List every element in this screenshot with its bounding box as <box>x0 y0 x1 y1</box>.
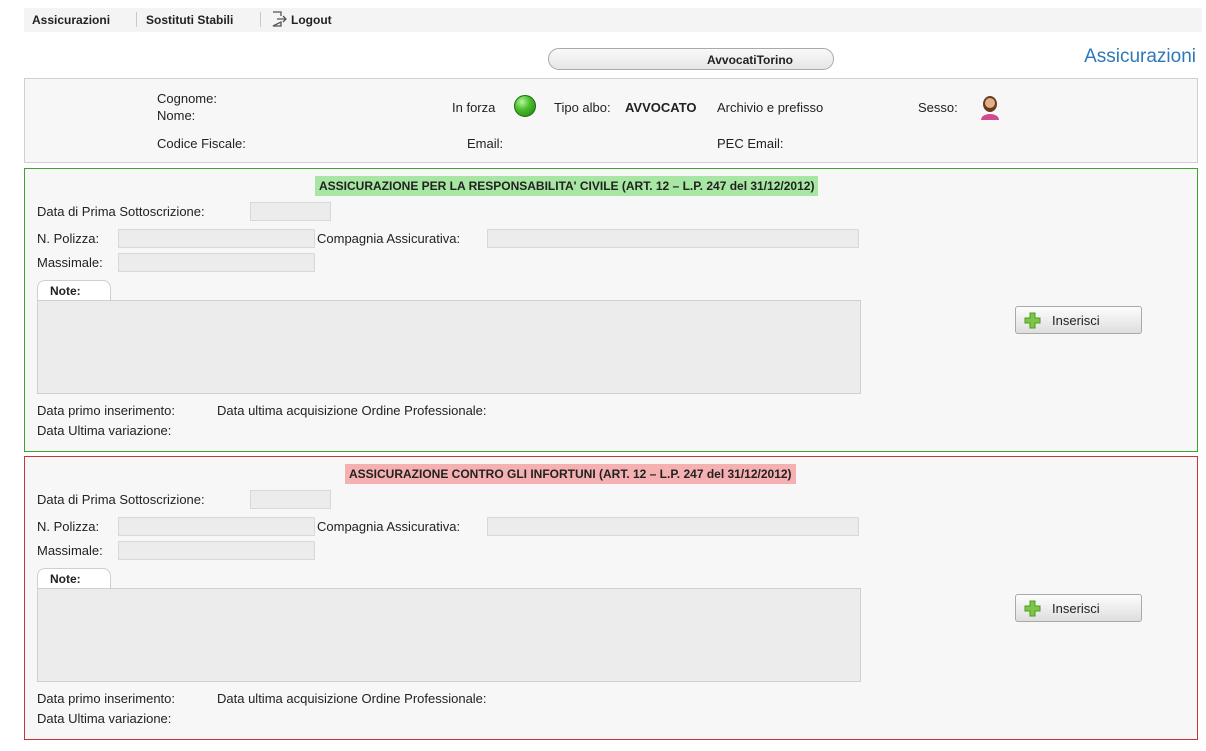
first-subscription-label: Data di Prima Sottoscrizione: <box>37 492 205 507</box>
top-menu-bar: Assicurazioni Sostituti Stabili Logout <box>24 8 1202 32</box>
insert-button[interactable]: Inserisci <box>1015 306 1142 334</box>
ceiling-field[interactable] <box>118 253 315 272</box>
office-name: AvvocatiTorino <box>707 53 794 67</box>
insert-button-label: Inserisci <box>1052 601 1100 616</box>
first-insert-label: Data primo inserimento: <box>37 403 175 418</box>
insurance-company-label: Compagnia Assicurativa: <box>317 519 461 534</box>
status-dot-icon <box>514 95 536 117</box>
first-subscription-field[interactable] <box>250 202 331 221</box>
plus-icon <box>1024 600 1041 617</box>
menu-sostituti-stabili[interactable]: Sostituti Stabili <box>146 13 233 27</box>
insurance-company-field[interactable] <box>487 229 859 248</box>
ceiling-field[interactable] <box>118 541 315 560</box>
policy-number-label: N. Polizza: <box>37 231 100 246</box>
policy-number-field[interactable] <box>118 517 315 536</box>
first-subscription-field[interactable] <box>250 490 331 509</box>
last-acquisition-label: Data ultima acquisizione Ordine Professi… <box>217 691 487 706</box>
register-type-value: AVVOCATO <box>625 100 697 115</box>
menu-logout[interactable]: Logout <box>291 13 332 27</box>
menu-assicurazioni[interactable]: Assicurazioni <box>32 13 110 27</box>
insurance-company-label: Compagnia Assicurativa: <box>317 231 461 246</box>
logout-icon[interactable] <box>271 11 287 27</box>
plus-icon <box>1024 312 1041 329</box>
female-avatar-icon <box>978 94 1002 120</box>
first-subscription-label: Data di Prima Sottoscrizione: <box>37 204 205 219</box>
notes-textarea[interactable] <box>37 588 861 682</box>
menu-separator <box>136 12 137 27</box>
ceiling-label: Massimale: <box>37 543 103 558</box>
notes-tab[interactable]: Note: <box>37 568 111 588</box>
insurance-company-field[interactable] <box>487 517 859 536</box>
ceiling-label: Massimale: <box>37 255 103 270</box>
sex-label: Sesso: <box>918 100 958 115</box>
last-change-label: Data Ultima variazione: <box>37 423 172 438</box>
notes-textarea[interactable] <box>37 300 861 394</box>
section-title: ASSICURAZIONE CONTRO GLI INFORTUNI (ART.… <box>345 464 796 484</box>
notes-tab[interactable]: Note: <box>37 280 111 300</box>
policy-number-label: N. Polizza: <box>37 519 100 534</box>
last-change-label: Data Ultima variazione: <box>37 711 172 726</box>
page-title: Assicurazioni <box>1084 46 1196 67</box>
status-label: In forza <box>452 100 496 115</box>
civil-liability-section: ASSICURAZIONE PER LA RESPONSABILITA' CIV… <box>24 168 1198 452</box>
section-title: ASSICURAZIONE PER LA RESPONSABILITA' CIV… <box>315 176 819 196</box>
surname-label: Cognome: <box>157 91 217 106</box>
email-label: Email: <box>467 136 504 151</box>
register-type-label: Tipo albo: <box>554 100 611 115</box>
fiscal-code-label: Codice Fiscale: <box>157 136 246 151</box>
pec-email-label: PEC Email: <box>717 136 784 151</box>
insert-button-label: Inserisci <box>1052 313 1100 328</box>
first-insert-label: Data primo inserimento: <box>37 691 175 706</box>
office-selector[interactable]: AvvocatiTorino <box>548 48 834 70</box>
name-label: Nome: <box>157 108 196 123</box>
last-acquisition-label: Data ultima acquisizione Ordine Professi… <box>217 403 487 418</box>
menu-separator <box>260 12 261 27</box>
policy-number-field[interactable] <box>118 229 315 248</box>
insert-button[interactable]: Inserisci <box>1015 594 1142 622</box>
accident-insurance-section: ASSICURAZIONE CONTRO GLI INFORTUNI (ART.… <box>24 456 1198 740</box>
archive-label: Archivio e prefisso <box>717 100 824 115</box>
